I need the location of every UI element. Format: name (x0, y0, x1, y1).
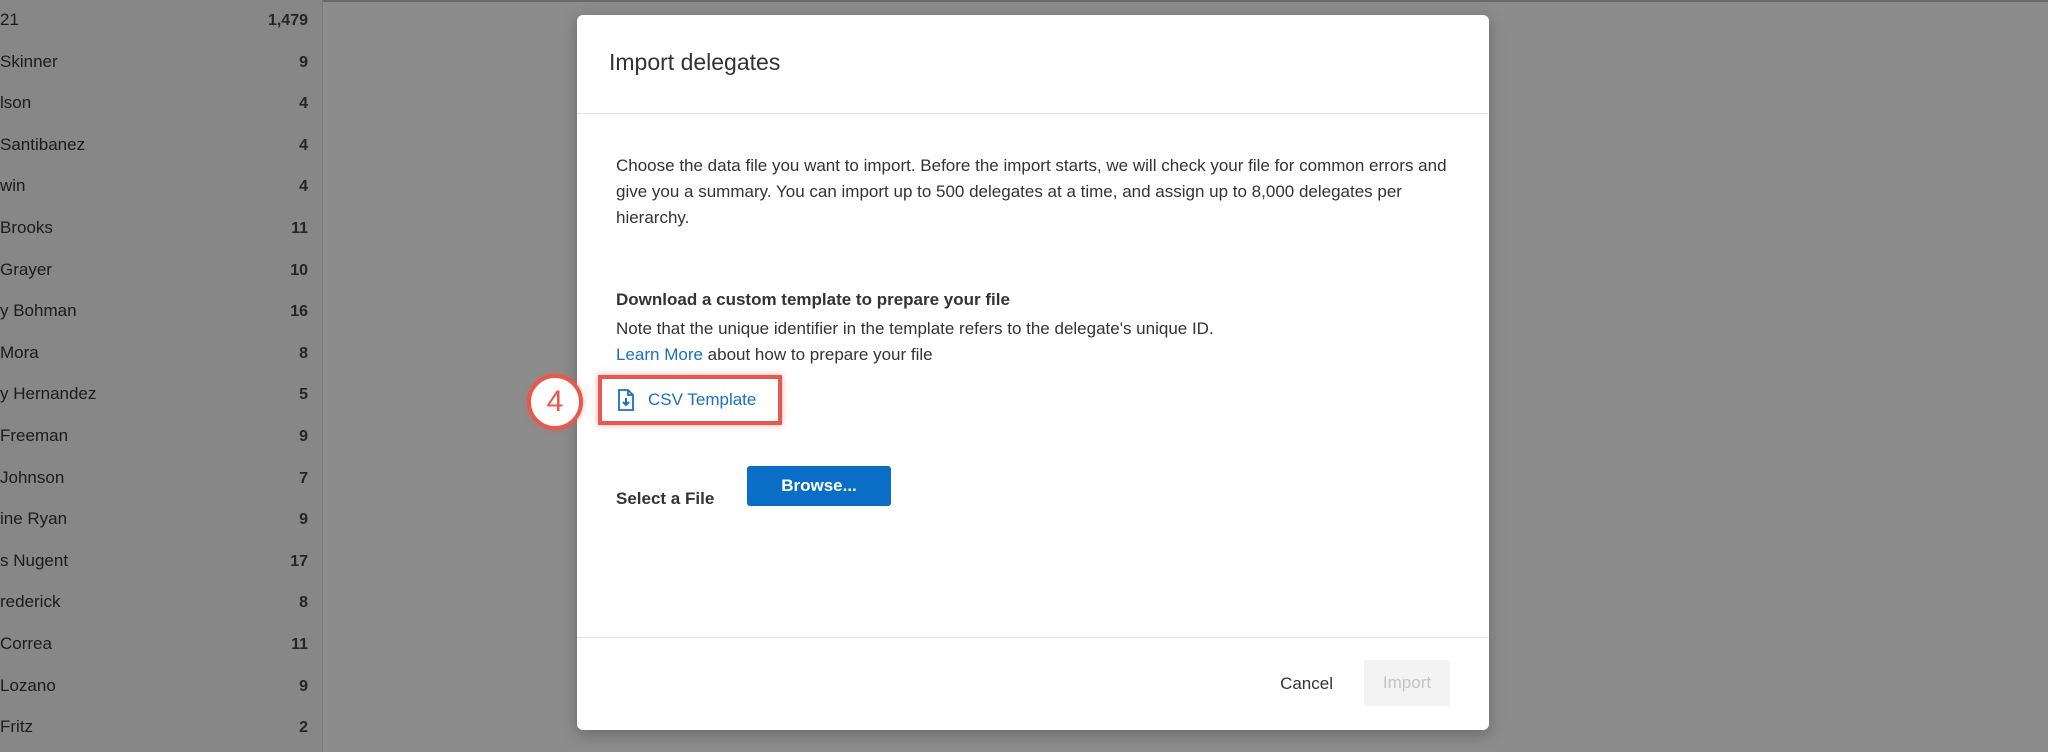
csv-template-button[interactable]: CSV Template (598, 375, 782, 425)
import-description: Choose the data file you want to import.… (616, 156, 1447, 227)
template-heading: Download a custom template to prepare yo… (616, 290, 1010, 309)
template-note-text: Note that the unique identifier in the t… (616, 319, 1214, 338)
csv-template-label: CSV Template (648, 390, 757, 409)
template-note: Note that the unique identifier in the t… (616, 316, 1216, 368)
step-number-badge: 4 (527, 374, 583, 430)
cancel-button[interactable]: Cancel (1274, 673, 1339, 695)
import-delegates-dialog: Import delegates Choose the data file yo… (527, 15, 1489, 730)
dialog-header: Import delegates (577, 15, 1489, 114)
dialog-title: Import delegates (609, 49, 781, 75)
select-file-label: Select a File (616, 489, 715, 508)
file-download-icon (616, 389, 636, 411)
browse-button[interactable]: Browse... (747, 466, 891, 506)
dialog-footer: Cancel Import (577, 637, 1489, 730)
template-note-suffix: about how to prepare your file (707, 345, 933, 364)
import-button[interactable]: Import (1364, 660, 1450, 706)
learn-more-link[interactable]: Learn More (616, 345, 703, 364)
